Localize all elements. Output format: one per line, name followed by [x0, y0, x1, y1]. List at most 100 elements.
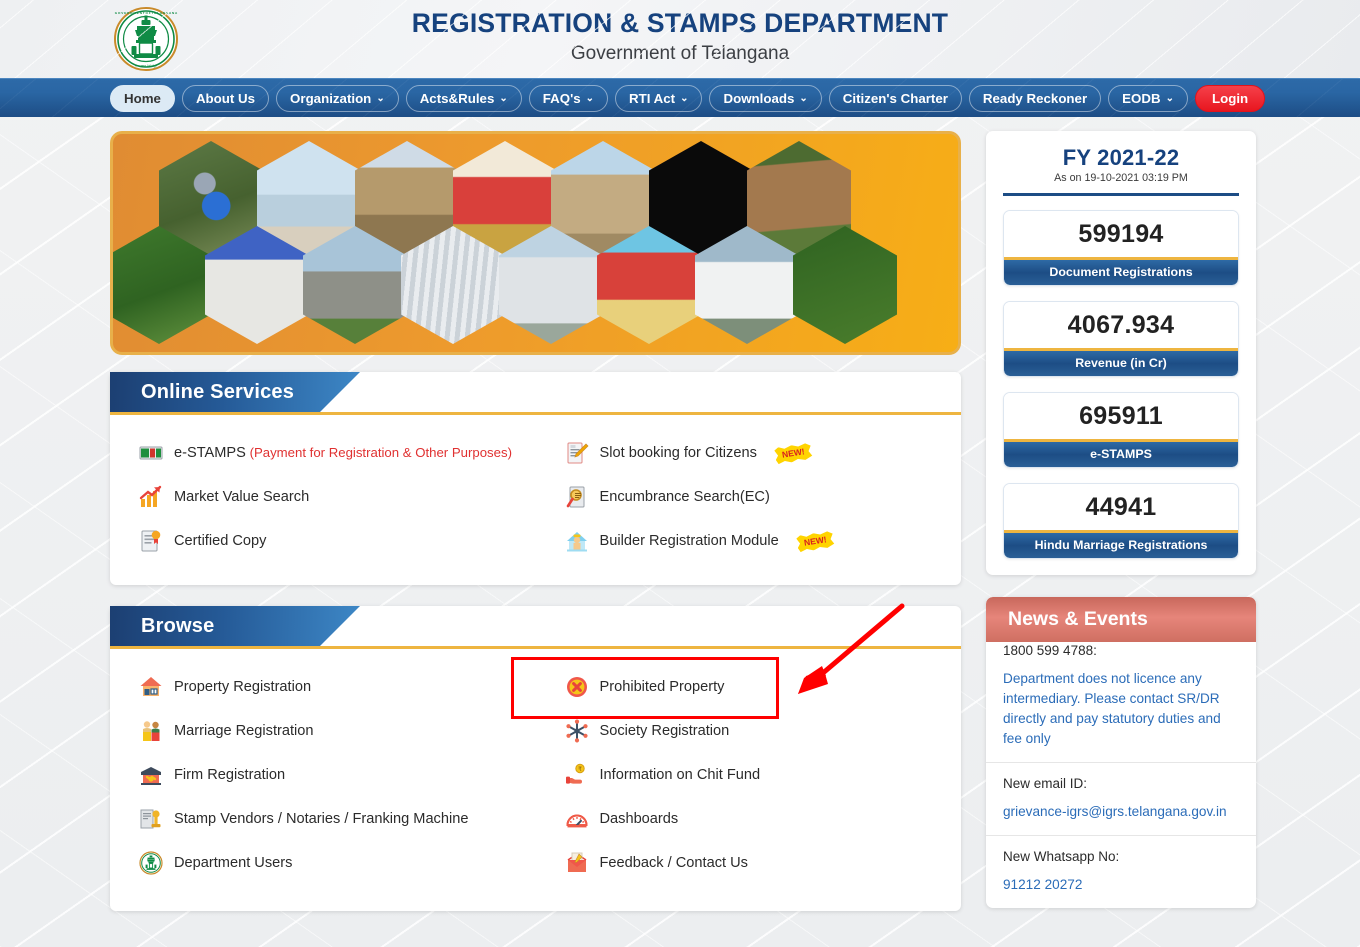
- banner-tile-green-plant: [113, 226, 211, 344]
- list-item-label: Feedback / Contact Us: [600, 855, 748, 871]
- list-item[interactable]: Firm Registration: [110, 753, 536, 797]
- browse-body: Property Registration Marriage Registrati…: [110, 649, 961, 911]
- news-item-link[interactable]: grievance-igrs@igrs.telangana.gov.in: [1003, 802, 1239, 822]
- handshake-icon: [138, 762, 164, 788]
- list-item[interactable]: Market Value Search: [110, 475, 536, 519]
- news-item-link[interactable]: Department does not licence any intermed…: [1003, 669, 1239, 749]
- list-item[interactable]: Encumbrance Search(EC): [536, 475, 962, 519]
- page-root: G O V E R N M E N T O F T E L A N G A N …: [0, 0, 1360, 911]
- list-item-prohibited-property[interactable]: Prohibited Property: [536, 665, 962, 709]
- sidebar: FY 2021-22 As on 19-10-2021 03:19 PM 599…: [986, 131, 1256, 908]
- chevron-down-icon: ⌄: [680, 93, 689, 104]
- stat-card[interactable]: 44941 Hindu Marriage Registrations: [1003, 483, 1239, 559]
- hand-coin-icon: ₹: [564, 762, 590, 788]
- news-item-link[interactable]: 91212 20272: [1003, 875, 1239, 895]
- house-icon: [138, 674, 164, 700]
- news-events-card: News & Events 1800 599 4788: Department d…: [986, 597, 1256, 908]
- list-item-label-text: Market Value Search: [174, 489, 310, 505]
- list-item-label: Prohibited Property: [600, 679, 725, 695]
- society-network-icon: [564, 718, 590, 744]
- nav-item-acts-rules[interactable]: Acts&Rules ⌄: [405, 84, 522, 112]
- nav-item-label: Citizen's Charter: [842, 90, 948, 106]
- list-item-label: Dashboards: [600, 811, 679, 827]
- list-item-label: Information on Chit Fund: [600, 767, 761, 783]
- banner-tile-bonalu-festival: [597, 226, 701, 344]
- news-events-heading: News & Events: [1008, 608, 1148, 630]
- browse-right-column: Prohibited Property Society Registration ₹…: [536, 665, 962, 885]
- stat-label: Hindu Marriage Registrations: [1004, 530, 1238, 558]
- nav-item-faq-s[interactable]: FAQ's ⌄: [528, 84, 609, 112]
- chevron-down-icon: ⌄: [376, 93, 385, 104]
- list-item-label-text: Marriage Registration: [174, 723, 314, 739]
- list-item[interactable]: Society Registration: [536, 709, 962, 753]
- nav-item-organization[interactable]: Organization ⌄: [276, 84, 399, 112]
- list-item-label: Property Registration: [174, 679, 311, 695]
- news-item-title: New email ID:: [1003, 776, 1088, 791]
- stat-card[interactable]: 695911 e-STAMPS: [1003, 392, 1239, 468]
- list-item[interactable]: Certified Copy: [110, 519, 536, 563]
- list-item[interactable]: Marriage Registration: [110, 709, 536, 753]
- nav-item-downloads[interactable]: Downloads ⌄: [709, 84, 822, 112]
- fy-as-on: As on 19-10-2021 03:19 PM: [1054, 172, 1188, 184]
- list-item[interactable]: Slot booking for Citizens NEW!: [536, 431, 962, 475]
- chevron-down-icon: ⌄: [585, 93, 595, 104]
- document-pen-icon: [564, 440, 590, 466]
- feedback-box-icon: [564, 850, 590, 876]
- estamps-icon: [138, 440, 164, 466]
- builder-house-icon: [564, 528, 590, 554]
- online-services-body: e-STAMPS (Payment for Registration & Oth…: [110, 415, 961, 585]
- nav-item-ready-reckoner[interactable]: Ready Reckoner: [968, 84, 1102, 112]
- stat-label: Revenue (in Cr): [1004, 348, 1238, 376]
- chevron-down-icon: ⌄: [1165, 93, 1174, 104]
- news-events-list[interactable]: 1800 599 4788: Department does not licenc…: [986, 630, 1256, 908]
- page-title: REGISTRATION & STAMPS DEPARTMENT: [411, 8, 949, 38]
- page-body: Online Services e-STAMPS (Payment for Re…: [0, 117, 1360, 911]
- nav-item-home[interactable]: Home: [110, 84, 175, 112]
- online-services-right-column: Slot booking for Citizens NEW! Encumbrance…: [536, 431, 962, 563]
- list-item-label: Department Users: [174, 855, 292, 871]
- fy-stats-card: FY 2021-22 As on 19-10-2021 03:19 PM 599…: [986, 131, 1256, 575]
- nav-item-eodb[interactable]: EODB ⌄: [1108, 84, 1188, 112]
- banner-tile-waterfall-sheet: [401, 226, 505, 344]
- couple-icon: [138, 718, 164, 744]
- news-item: New email ID: grievance-igrs@igrs.telanga…: [986, 763, 1256, 836]
- hero-banner: [110, 131, 961, 355]
- banner-tile-yadadri-temple: [205, 226, 309, 344]
- nav-item-label: EODB: [1122, 90, 1161, 106]
- nav-item-label: Acts&Rules: [419, 90, 495, 106]
- svg-text:₹: ₹: [578, 766, 582, 773]
- list-item[interactable]: Feedback / Contact Us: [536, 841, 962, 885]
- stat-card[interactable]: 4067.934 Revenue (in Cr): [1003, 301, 1239, 377]
- list-item-label-text: Property Registration: [174, 679, 312, 695]
- list-item[interactable]: e-STAMPS (Payment for Registration & Oth…: [110, 431, 536, 475]
- main-navigation: Home About Us Organization ⌄ Acts&Rules ⌄ FAQ'…: [0, 78, 1360, 117]
- browse-heading: Browse: [141, 614, 215, 637]
- nav-item-label: About Us: [195, 90, 256, 106]
- list-item[interactable]: ₹ Information on Chit Fund: [536, 753, 962, 797]
- list-item[interactable]: Property Registration: [110, 665, 536, 709]
- banner-tile-ancient-pillars: [303, 226, 407, 344]
- browse-panel: Browse Property Registration Marriage Reg…: [110, 606, 961, 911]
- list-item[interactable]: Department Users: [110, 841, 536, 885]
- news-item: New Whatsapp No: 91212 20272: [986, 836, 1256, 908]
- nav-item-about-us[interactable]: About Us: [181, 84, 270, 112]
- list-item-label-text: Prohibited Property: [599, 679, 725, 695]
- list-item-label: e-STAMPS (Payment for Registration & Oth…: [174, 445, 512, 461]
- list-item[interactable]: Stamp Vendors / Notaries / Franking Mach…: [110, 797, 536, 841]
- page-subtitle: Government of Telangana: [570, 43, 790, 64]
- stat-card[interactable]: 599194 Document Registrations: [1003, 210, 1239, 286]
- list-item-label: Marriage Registration: [174, 723, 314, 739]
- telangana-emblem-icon: [138, 850, 164, 876]
- banner-tile-yellow-flowers: [793, 226, 897, 344]
- certificate-icon: [138, 528, 164, 554]
- list-item[interactable]: Dashboards: [536, 797, 962, 841]
- nav-item-login[interactable]: Login: [1194, 84, 1266, 112]
- nav-item-citizen-s-charter[interactable]: Citizen's Charter: [828, 84, 962, 112]
- list-item-label-text: e-STAMPS: [174, 445, 246, 461]
- online-services-panel: Online Services e-STAMPS (Payment for Re…: [110, 372, 961, 585]
- nav-item-label: RTI Act: [629, 90, 676, 106]
- nav-item-rti-act[interactable]: RTI Act ⌄: [615, 84, 703, 112]
- list-item-label: Society Registration: [600, 723, 730, 739]
- list-item-label-text: Firm Registration: [174, 767, 286, 783]
- list-item[interactable]: Builder Registration Module NEW!: [536, 519, 962, 563]
